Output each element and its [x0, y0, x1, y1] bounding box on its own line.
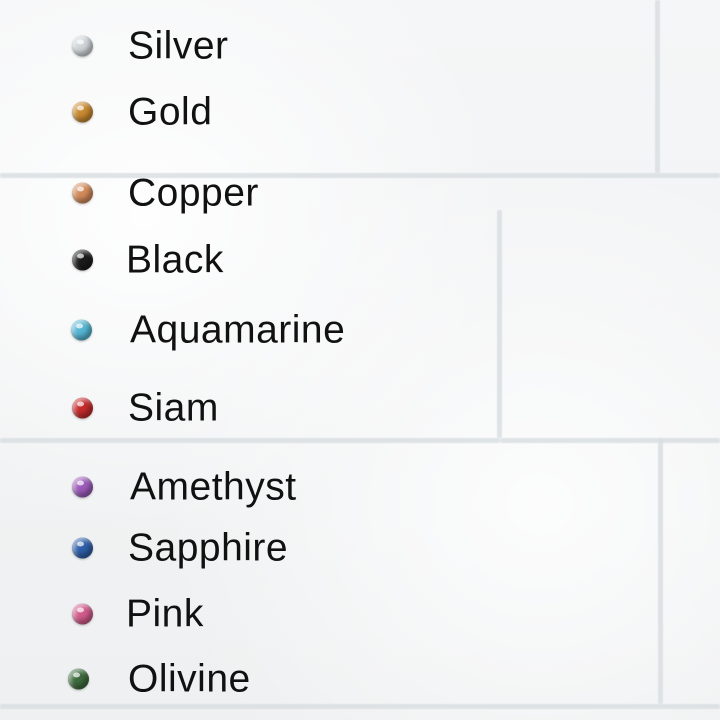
black-gem-icon — [72, 249, 93, 271]
color-label-olivine: Olivine — [128, 657, 251, 701]
color-label-sapphire: Sapphire — [128, 526, 289, 570]
color-label-copper: Copper — [128, 171, 259, 215]
silver-gem-icon — [72, 35, 93, 57]
color-label-siam: Siam — [128, 386, 219, 430]
sapphire-gem-icon — [72, 537, 93, 559]
color-label-black: Black — [126, 238, 224, 282]
gold-gem-icon — [72, 101, 93, 123]
color-list: Silver Gold Copper Black Aquamarine Siam… — [0, 0, 720, 720]
aquamarine-gem-icon — [71, 319, 92, 341]
color-label-silver: Silver — [128, 24, 229, 68]
olivine-gem-icon — [68, 668, 89, 690]
amethyst-gem-icon — [72, 476, 93, 498]
copper-gem-icon — [72, 182, 93, 204]
color-label-pink: Pink — [126, 592, 204, 636]
color-label-gold: Gold — [128, 90, 213, 134]
color-label-aquamarine: Aquamarine — [130, 308, 346, 352]
color-label-amethyst: Amethyst — [130, 465, 297, 509]
pink-gem-icon — [72, 603, 93, 625]
siam-gem-icon — [72, 397, 93, 419]
